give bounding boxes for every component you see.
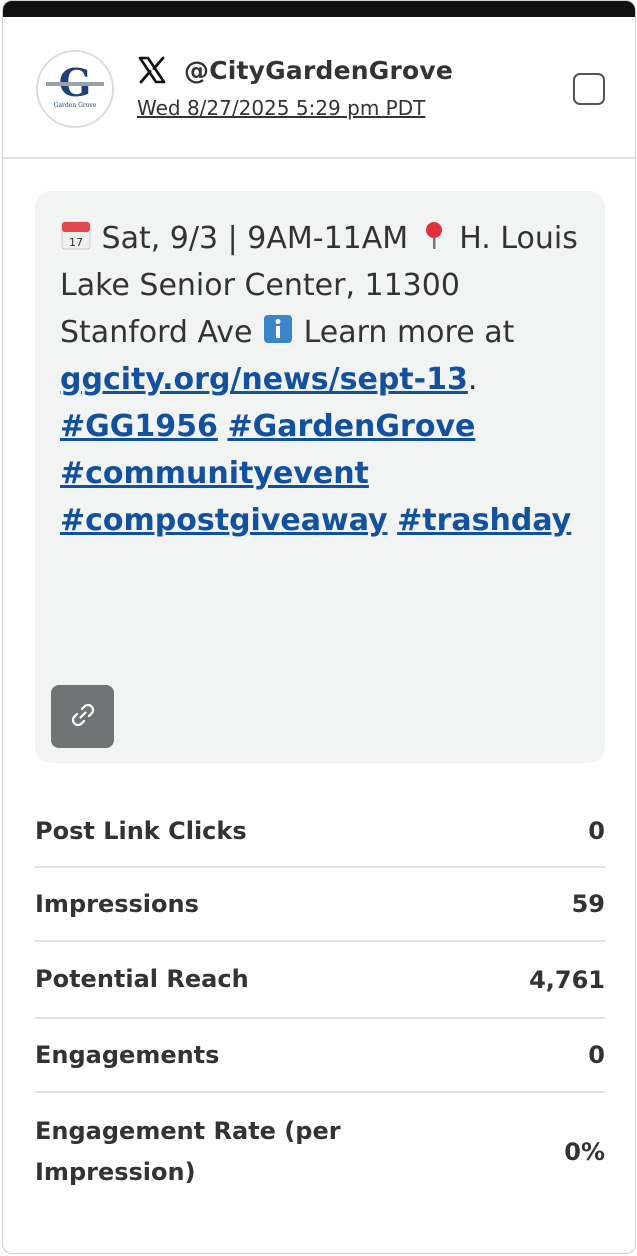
metric-label: Post Link Clicks: [35, 816, 247, 845]
metric-value: 0%: [564, 1138, 605, 1166]
hashtag-trashday[interactable]: #trashday: [397, 503, 571, 538]
metric-label: Engagements: [35, 1040, 220, 1069]
metric-row-engagements: Engagements 0: [35, 1019, 605, 1093]
hashtag-gg1956[interactable]: #GG1956: [60, 409, 218, 444]
info-icon: [262, 312, 294, 344]
metric-value: 0: [588, 817, 605, 845]
news-link[interactable]: ggcity.org/news/sept-13: [60, 362, 468, 397]
metric-label: Engagement Rate (per Impression): [35, 1117, 341, 1186]
post-content: 17 Sat, 9/3 | 9AM-11AM H. Louis Lake Sen…: [35, 191, 605, 763]
avatar[interactable]: G Garden Grove: [36, 50, 114, 128]
calendar-icon: 17: [60, 218, 92, 250]
metric-value: 0: [588, 1041, 605, 1069]
post-card: G Garden Grove @CityGardenGrove Wed 8/27…: [2, 0, 636, 1254]
select-checkbox[interactable]: [573, 73, 605, 105]
metric-row-engagement-rate: Engagement Rate (per Impression) 0%: [35, 1093, 605, 1211]
learn-more-text: Learn more at: [303, 315, 515, 350]
metric-row-impressions: Impressions 59: [35, 868, 605, 942]
metric-label: Impressions: [35, 889, 199, 918]
metric-value: 4,761: [529, 965, 605, 994]
open-post-link-button[interactable]: [51, 685, 114, 748]
hashtag-compostgiveaway[interactable]: #compostgiveaway: [60, 503, 388, 538]
x-logo-icon: [137, 55, 167, 85]
event-date-time: Sat, 9/3 | 9AM-11AM: [101, 221, 409, 256]
avatar-caption: Garden Grove: [54, 102, 97, 109]
account-handle[interactable]: @CityGardenGrove: [184, 56, 453, 85]
post-text: 17 Sat, 9/3 | 9AM-11AM H. Louis Lake Sen…: [60, 215, 590, 544]
metric-row-link-clicks: Post Link Clicks 0: [35, 796, 605, 868]
network-color-bar: [3, 1, 635, 17]
metric-label: Potential Reach: [35, 965, 249, 993]
link-icon: [67, 699, 99, 735]
period: .: [467, 362, 478, 397]
svg-text:17: 17: [69, 236, 83, 249]
hashtag-communityevent[interactable]: #communityevent: [60, 456, 369, 491]
post-header: G Garden Grove @CityGardenGrove Wed 8/27…: [3, 17, 635, 159]
hashtag-gardengrove[interactable]: #GardenGrove: [227, 409, 475, 444]
pin-icon: [418, 218, 450, 250]
metric-row-potential-reach: Potential Reach 4,761: [35, 942, 605, 1019]
post-timestamp-link[interactable]: Wed 8/27/2025 5:29 pm PDT: [137, 96, 425, 120]
metric-value: 59: [571, 890, 605, 918]
metrics-table: Post Link Clicks 0 Impressions 59 Potent…: [35, 796, 605, 1211]
